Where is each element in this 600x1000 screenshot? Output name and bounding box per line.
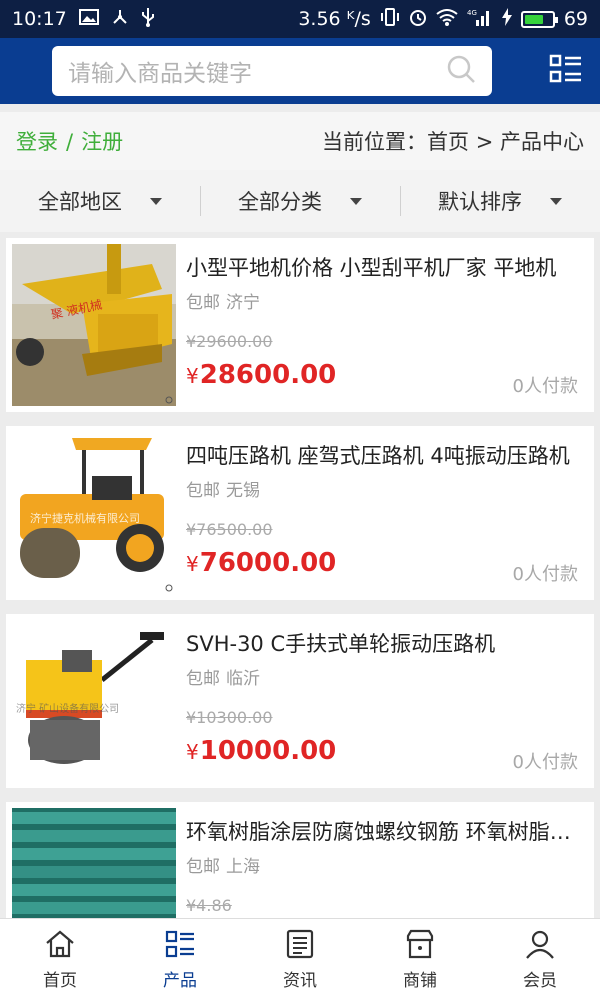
image-icon (78, 9, 99, 29)
product-card[interactable]: 济宁 矿山设备有限公司 SVH-30 C手扶式单轮振动压路机 包邮 临沂 ¥103… (6, 614, 594, 788)
cell-signal-icon: 4G (467, 8, 493, 30)
category-menu-icon[interactable] (548, 52, 584, 90)
product-list: 聚 液机械 小型平地机价格 小型刮平机厂家 平地机 包邮 济宁 ¥29600.00… (6, 238, 594, 920)
product-title[interactable]: SVH-30 C手扶式单轮振动压路机 (186, 628, 582, 658)
share-icon (111, 8, 129, 30)
shipping-tag: 包邮 (186, 669, 220, 689)
user-icon (524, 928, 556, 960)
location-bar: 登录 / 注册 当前位置：首页 > 产品中心 (0, 112, 600, 170)
filter-sort-label: 默认排序 (438, 190, 522, 214)
svg-text:济宁捷克机械有限公司: 济宁捷克机械有限公司 (30, 511, 140, 525)
tab-products[interactable]: 产品 (120, 919, 240, 1000)
tab-member-label: 会员 (523, 971, 557, 991)
tab-member[interactable]: 会员 (480, 919, 600, 1000)
filter-bar: 全部地区 全部分类 默认排序 (0, 170, 600, 232)
home-icon (44, 928, 76, 960)
product-card[interactable]: 聚 液机械 小型平地机价格 小型刮平机厂家 平地机 包邮 济宁 ¥29600.00… (6, 238, 594, 412)
tab-news[interactable]: 资讯 (240, 919, 360, 1000)
breadcrumb: 当前位置：首页 > 产品中心 (322, 130, 584, 154)
product-card[interactable]: 环氧树脂涂层防腐蚀螺纹钢筋 环氧树脂涂层钢筋 包邮上海 ¥4.86 ¥ (6, 802, 594, 920)
product-title[interactable]: 小型平地机价格 小型刮平机厂家 平地机 (186, 252, 582, 282)
tab-home[interactable]: 首页 (0, 919, 120, 1000)
tab-store-label: 商铺 (403, 971, 437, 991)
bottom-nav: 首页 产品 资讯 商铺 会员 (0, 918, 600, 1000)
charging-icon (501, 8, 512, 30)
product-meta: 包邮 济宁 (186, 288, 260, 313)
product-meta: 包邮 临沂 (186, 664, 260, 689)
status-time: 10:17 (12, 8, 67, 30)
product-title[interactable]: 环氧树脂涂层防腐蚀螺纹钢筋 环氧树脂涂层钢筋 (186, 816, 582, 846)
chevron-down-icon (150, 197, 162, 205)
product-price: ¥10000.00 (186, 736, 336, 766)
original-price: ¥10300.00 (186, 708, 273, 727)
price-value: 10000.00 (199, 736, 337, 766)
chevron-down-icon (350, 197, 362, 205)
auth-links: 登录 / 注册 (16, 126, 123, 156)
currency-symbol: ¥ (186, 364, 199, 388)
price-value: 76000.00 (199, 548, 337, 578)
network-speed: 3.56 ᴷ/s (298, 8, 371, 30)
original-price: ¥29600.00 (186, 332, 273, 351)
original-price: ¥76500.00 (186, 520, 273, 539)
product-price: ¥28600.00 (186, 360, 336, 390)
filter-region-label: 全部地区 (38, 190, 122, 214)
wifi-icon (436, 8, 458, 30)
usb-icon (141, 7, 155, 31)
currency-symbol: ¥ (186, 740, 199, 764)
list-icon (164, 928, 196, 960)
product-image[interactable] (12, 808, 176, 920)
alarm-icon (409, 8, 427, 30)
payers-count: 0人付款 (512, 376, 578, 397)
tab-home-label: 首页 (43, 971, 77, 991)
tab-products-label: 产品 (163, 971, 197, 991)
search-box[interactable]: 请输入商品关键字 (52, 46, 492, 96)
search-icon[interactable] (446, 54, 476, 88)
vibrate-icon (380, 8, 400, 30)
payers-count: 0人付款 (512, 564, 578, 585)
register-link[interactable]: 注册 (81, 130, 123, 154)
chevron-down-icon (550, 197, 562, 205)
price-value: 28600.00 (199, 360, 337, 390)
product-price: ¥76000.00 (186, 548, 336, 578)
filter-sort[interactable]: 默认排序 (400, 170, 600, 232)
product-title[interactable]: 四吨压路机 座驾式压路机 4吨振动压路机 (186, 440, 582, 470)
product-city: 无锡 (226, 481, 260, 501)
auth-separator: / (66, 130, 74, 154)
filter-category[interactable]: 全部分类 (200, 170, 400, 232)
filter-region[interactable]: 全部地区 (0, 170, 200, 232)
product-card[interactable]: 济宁捷克机械有限公司 四吨压路机 座驾式压路机 4吨振动压路机 包邮 无锡 ¥76… (6, 426, 594, 600)
shipping-tag: 包邮 (186, 481, 220, 501)
product-image[interactable]: 聚 液机械 (12, 244, 176, 406)
product-meta: 包邮 上海 (186, 852, 260, 877)
product-image[interactable]: 济宁捷克机械有限公司 (12, 432, 176, 594)
product-city: 济宁 (226, 293, 260, 313)
battery-percent: 69 (563, 8, 588, 30)
filter-category-label: 全部分类 (238, 190, 322, 214)
news-icon (284, 928, 316, 960)
product-city: 上海 (226, 857, 260, 877)
original-price: ¥4.86 (186, 896, 232, 915)
login-link[interactable]: 登录 (16, 130, 58, 154)
shipping-tag: 包邮 (186, 857, 220, 877)
search-input[interactable]: 请输入商品关键字 (68, 54, 446, 88)
svg-text:济宁 矿山设备有限公司: 济宁 矿山设备有限公司 (16, 702, 119, 715)
tab-store[interactable]: 商铺 (360, 919, 480, 1000)
product-image[interactable]: 济宁 矿山设备有限公司 (12, 620, 176, 782)
store-icon (404, 928, 436, 960)
product-meta: 包邮 无锡 (186, 476, 260, 501)
tab-news-label: 资讯 (283, 971, 317, 991)
app-header: 请输入商品关键字 (0, 38, 600, 104)
status-bar: 10:17 3.56 ᴷ/s 4G 69 (0, 0, 600, 38)
product-city: 临沂 (226, 669, 260, 689)
battery-icon (520, 10, 558, 28)
currency-symbol: ¥ (186, 552, 199, 576)
shipping-tag: 包邮 (186, 293, 220, 313)
svg-text:4G: 4G (467, 9, 477, 17)
payers-count: 0人付款 (512, 752, 578, 773)
